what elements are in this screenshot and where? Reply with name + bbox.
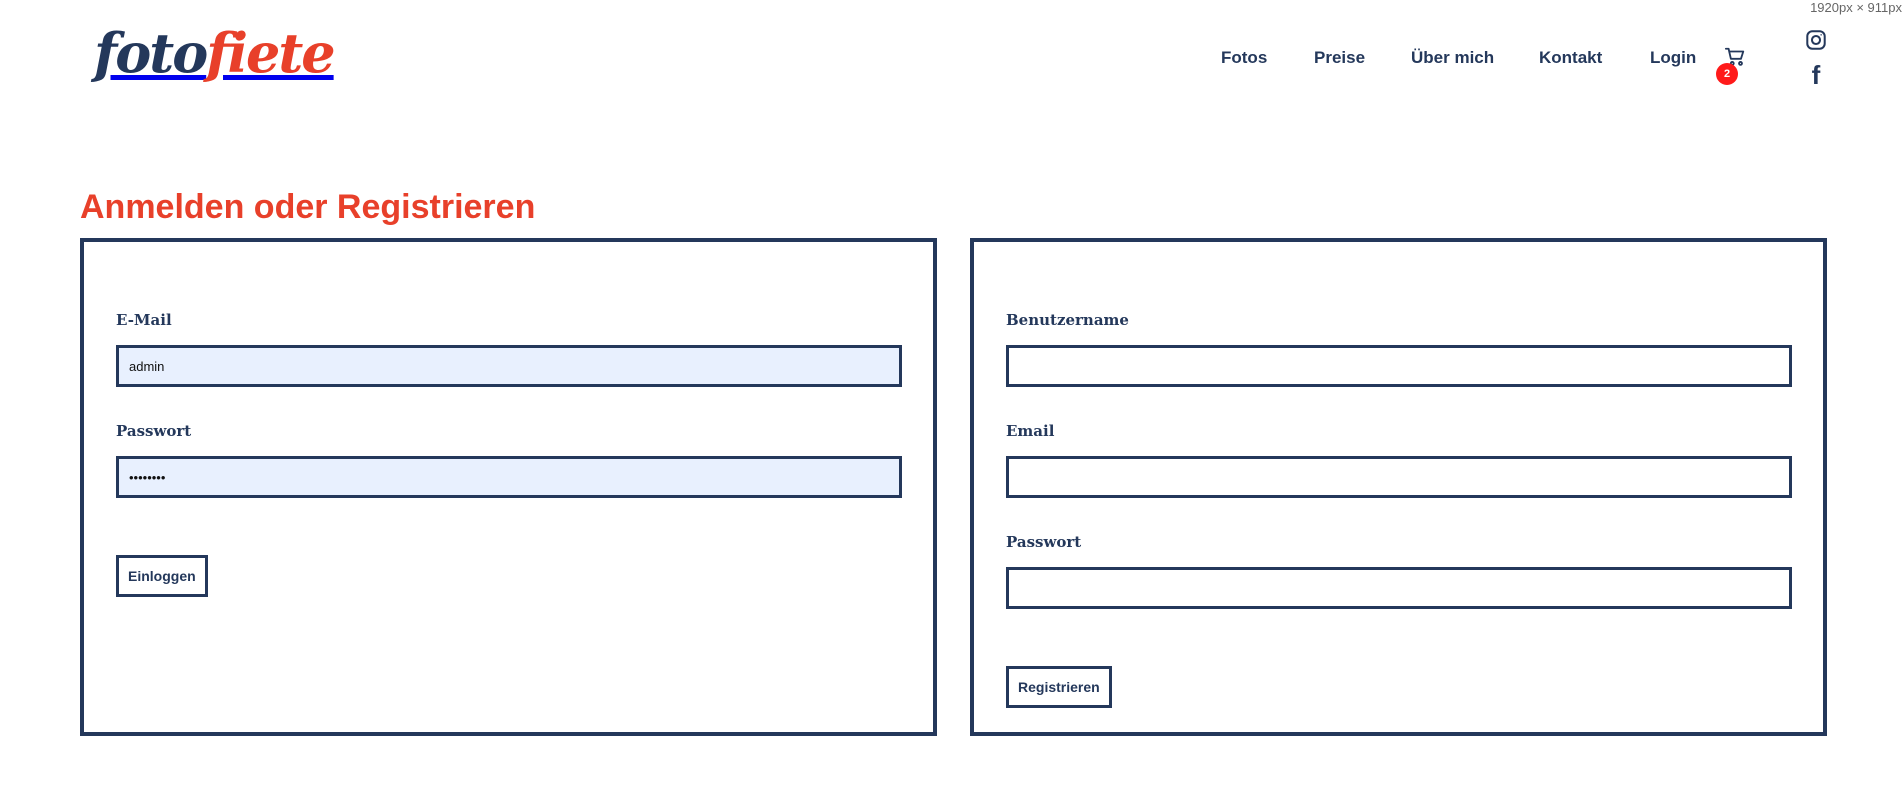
instagram-icon [1806,30,1826,50]
login-password-label: Passwort [116,422,192,440]
register-button[interactable]: Registrieren [1006,666,1112,708]
login-email-input[interactable] [116,345,902,387]
instagram-link[interactable] [1805,29,1827,51]
nav-item-preise[interactable]: Preise [1314,48,1365,68]
register-username-label: Benutzername [1006,311,1129,329]
register-panel: Benutzername Email Passwort Registrieren [970,238,1827,736]
facebook-icon: f [1811,60,1821,90]
page-title: Anmelden oder Registrieren [80,188,536,226]
nav-item-fotos[interactable]: Fotos [1221,48,1267,68]
register-email-input[interactable] [1006,456,1792,498]
screenshot-size-label: 1920px × 911px [1810,0,1902,15]
nav-item-kontakt[interactable]: Kontakt [1539,48,1602,68]
login-button[interactable]: Einloggen [116,555,208,597]
main-navigation: Fotos Preise Über mich Kontakt Login [0,48,1902,72]
cart-count-badge: 2 [1716,63,1738,85]
login-password-input[interactable] [116,456,902,498]
register-password-input[interactable] [1006,567,1792,609]
login-email-label: E-Mail [116,311,172,329]
login-panel: E-Mail Passwort Einloggen [80,238,937,736]
nav-item-ueber-mich[interactable]: Über mich [1411,48,1494,68]
facebook-link[interactable]: f [1808,62,1824,88]
nav-item-login[interactable]: Login [1650,48,1696,68]
register-username-input[interactable] [1006,345,1792,387]
register-email-label: Email [1006,422,1055,440]
register-password-label: Passwort [1006,533,1082,551]
